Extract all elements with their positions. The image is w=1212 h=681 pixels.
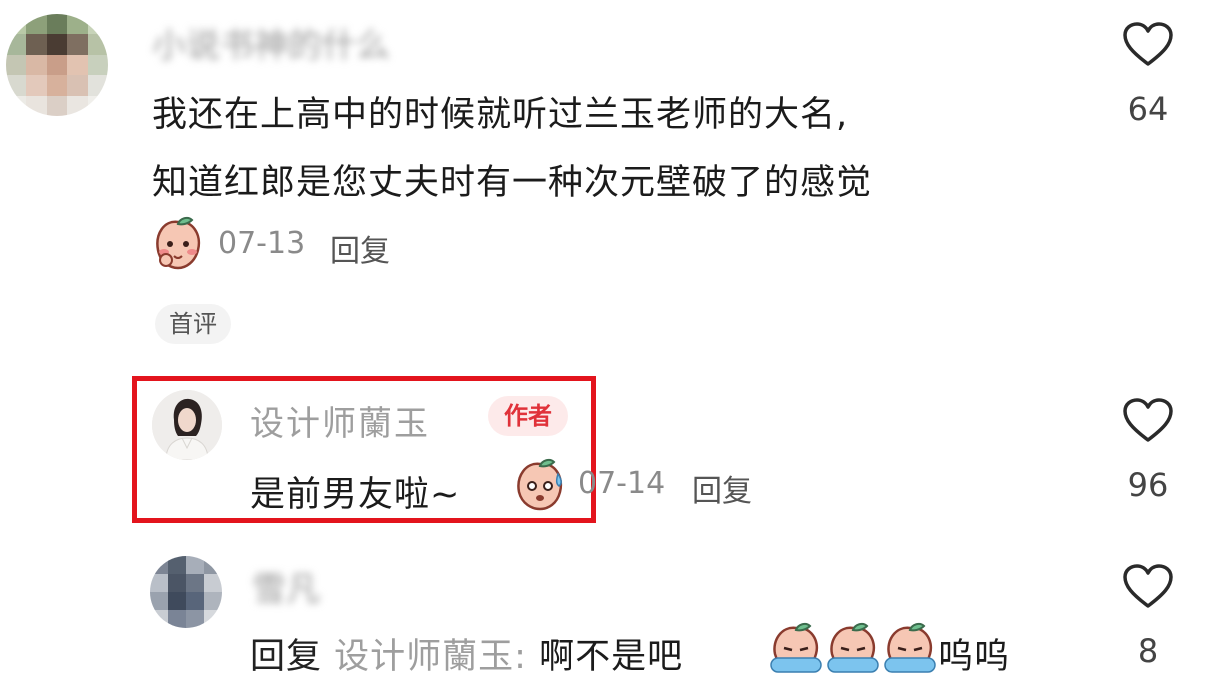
comment-date: 07-13 <box>218 226 306 261</box>
first-comment-tag: 首评 <box>155 304 231 344</box>
author-badge: 作者 <box>488 396 568 436</box>
reply-button[interactable]: 回复 <box>330 226 390 270</box>
avatar[interactable] <box>6 14 108 116</box>
comment-date: 07-14 <box>578 466 666 501</box>
avatar[interactable] <box>152 390 222 460</box>
comment-text-suffix: 呜呜 <box>938 637 1011 677</box>
comment-username[interactable]: 设计师蘭玉 <box>250 396 430 445</box>
like-heart-icon[interactable] <box>1122 22 1174 72</box>
like-heart-icon[interactable] <box>1122 398 1174 448</box>
comment-text-line: 知道红郎是您丈夫时有一种次元壁破了的感觉 <box>152 163 873 203</box>
avatar[interactable] <box>150 556 222 628</box>
peach-sweat-emoji <box>512 456 568 512</box>
comment-text-line: 我还在上高中的时候就听过兰玉老师的大名, <box>152 95 849 135</box>
like-count: 64 <box>1127 90 1169 128</box>
reply-button[interactable]: 回复 <box>692 466 752 510</box>
comment-text: 是前男友啦~ <box>250 475 461 515</box>
reply-to-username[interactable]: 设计师蘭玉: <box>334 637 527 677</box>
like-count: 96 <box>1127 466 1169 504</box>
comment-username[interactable]: 小说书神的什么 <box>152 18 390 67</box>
peach-crying-emoji <box>768 620 938 676</box>
comment-text: 回复 设计师蘭玉: 啊不是吧 <box>250 628 683 679</box>
like-heart-icon[interactable] <box>1122 564 1174 614</box>
comment-username[interactable]: 雪凡 <box>252 562 320 611</box>
peach-shy-emoji <box>152 216 204 270</box>
comment-body: 啊不是吧 <box>539 637 684 677</box>
like-count: 8 <box>1137 632 1159 670</box>
reply-prefix: 回复 <box>250 637 323 677</box>
